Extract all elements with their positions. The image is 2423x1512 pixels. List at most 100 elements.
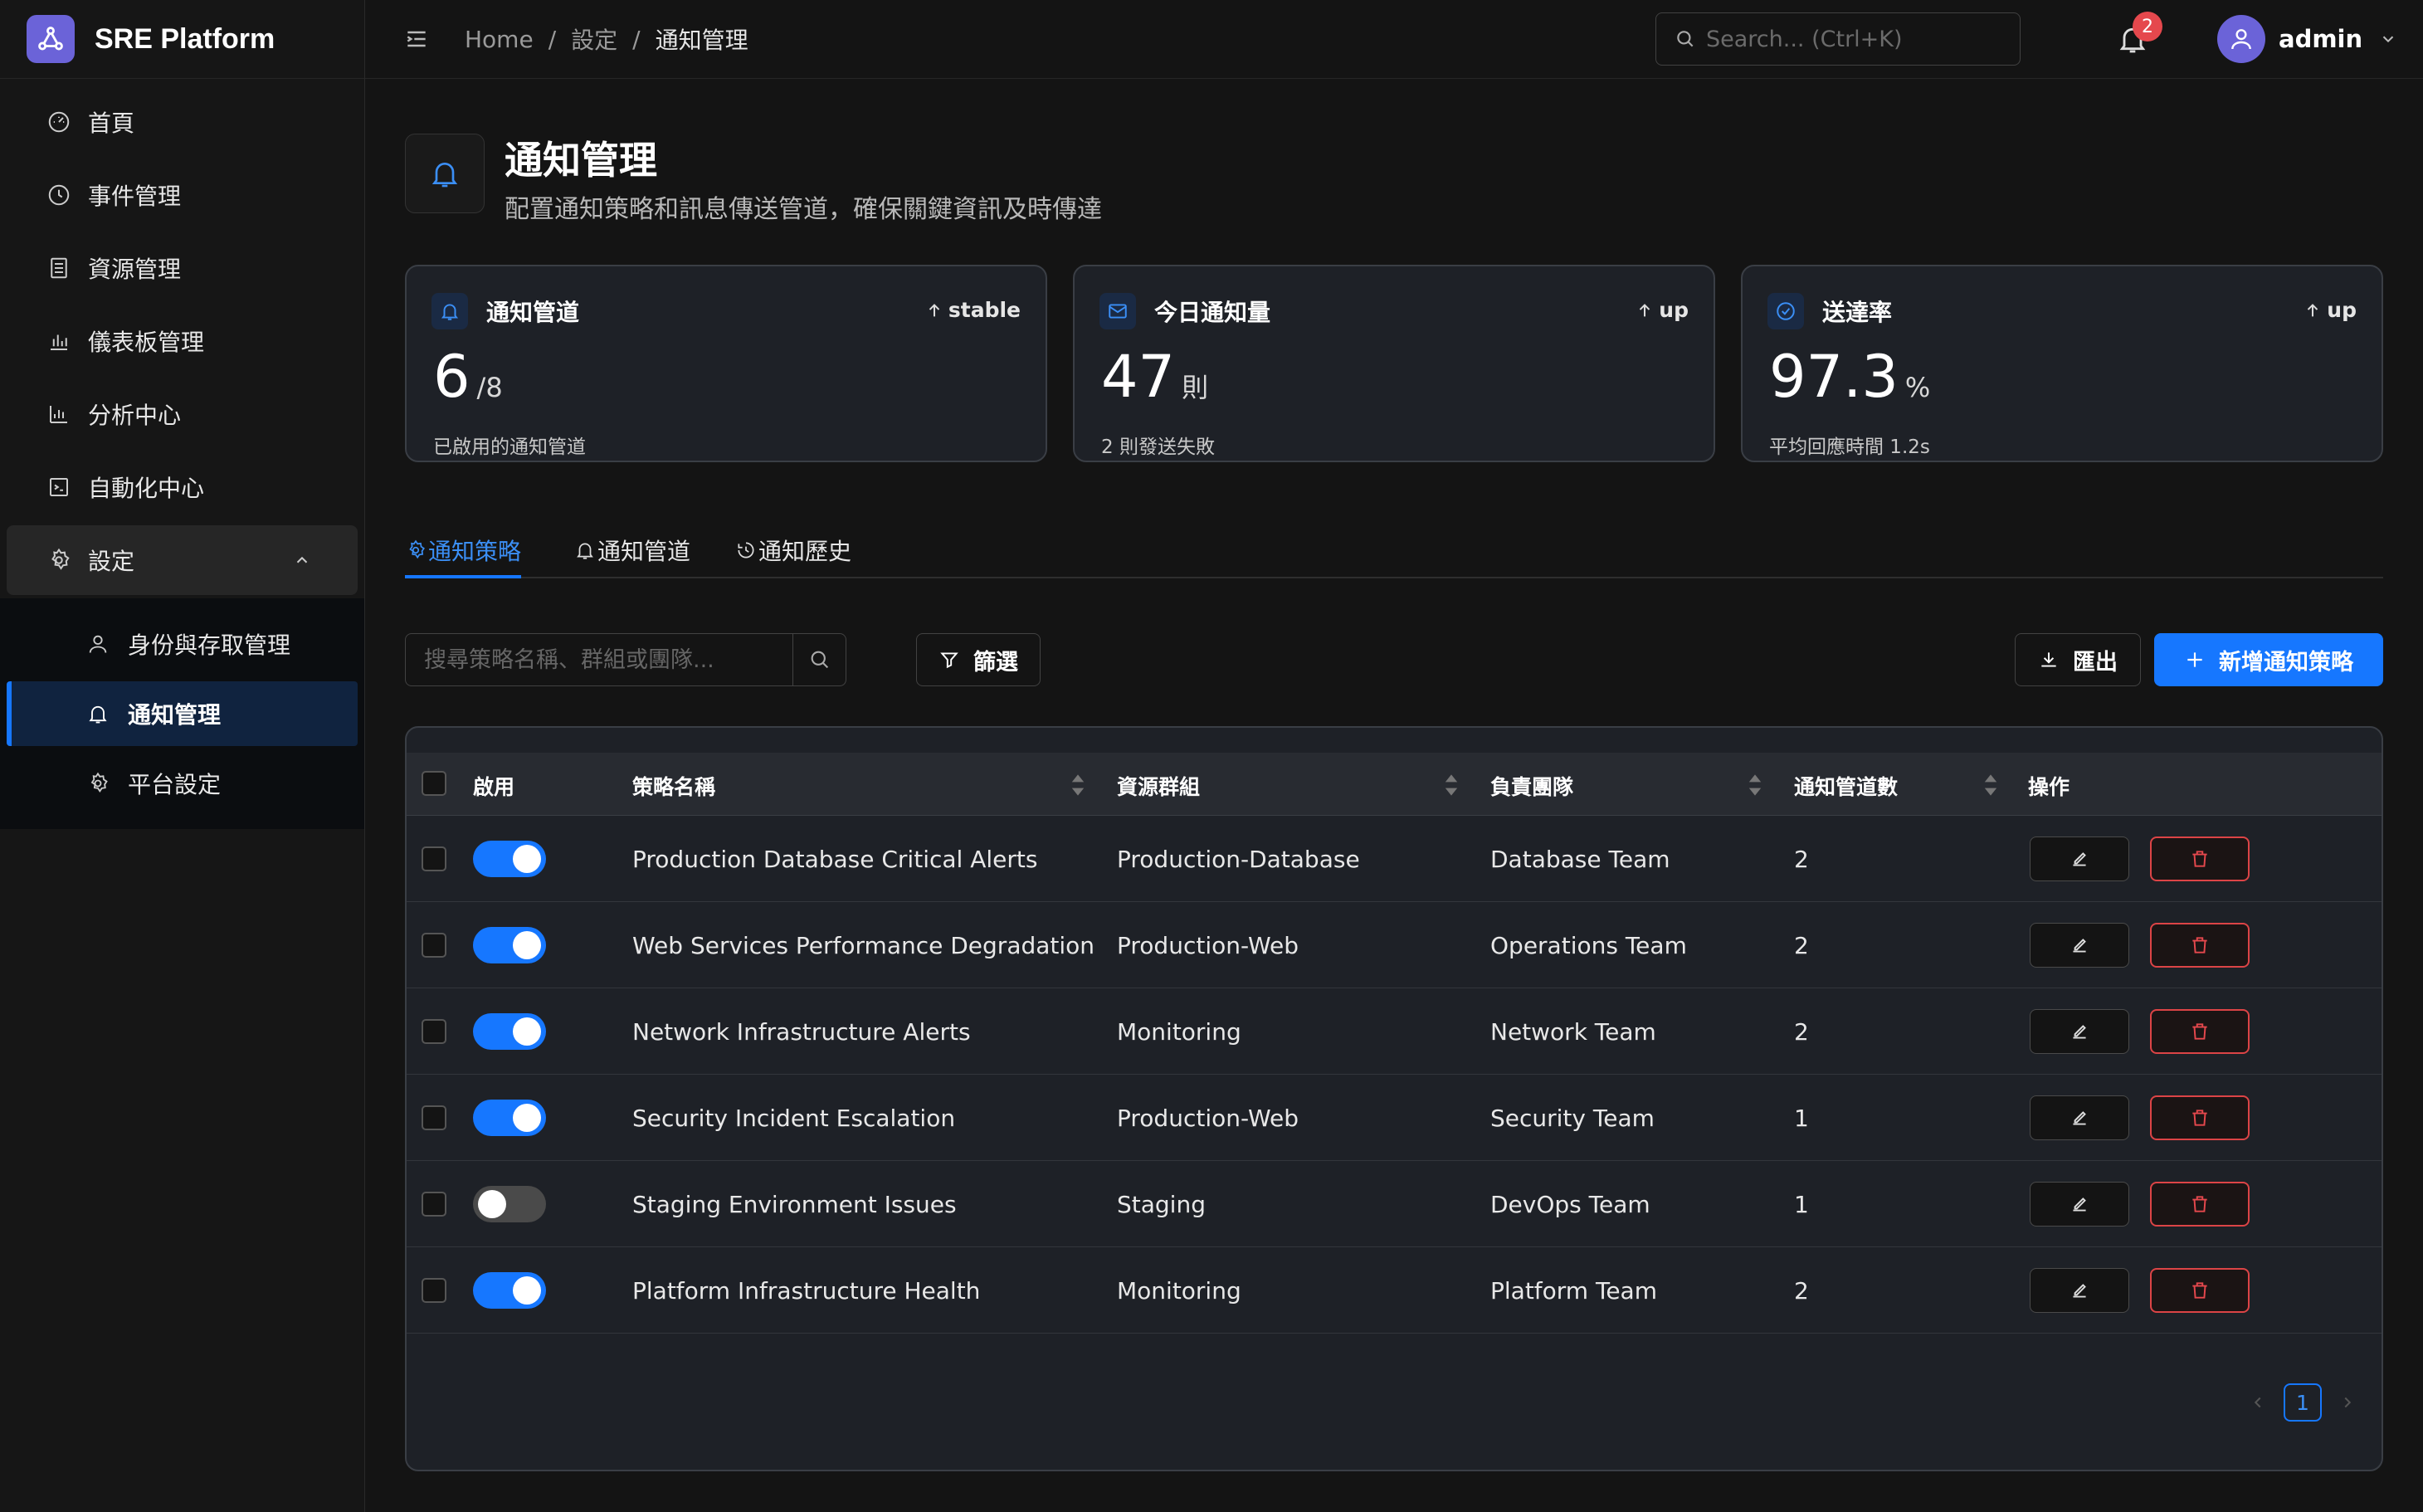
sidebar-item-iam[interactable]: 身份與存取管理 (7, 612, 358, 676)
chevron-right-icon[interactable] (2338, 1393, 2357, 1412)
history-icon (738, 542, 754, 558)
chevron-left-icon[interactable] (2249, 1393, 2267, 1412)
sidebar-item-analytics[interactable]: 分析中心 (7, 379, 358, 449)
enable-toggle[interactable] (473, 1013, 546, 1050)
export-label: 匯出 (2073, 649, 2118, 676)
sidebar-item-label: 通知管理 (128, 701, 222, 729)
global-search-input[interactable]: Search... (Ctrl+K) (1655, 12, 2021, 66)
edit-button[interactable] (2030, 1095, 2129, 1140)
stat-unit: % (1904, 372, 1931, 403)
edit-button[interactable] (2030, 1182, 2129, 1227)
sidebar-item-label: 首頁 (88, 110, 135, 137)
tab-label: 通知策略 (428, 538, 522, 565)
sidebar-item-incidents[interactable]: 事件管理 (7, 160, 358, 230)
channel-count: 2 (1794, 1018, 1809, 1046)
sort-icon[interactable] (1444, 773, 1459, 797)
check-circle-icon (1767, 293, 1804, 329)
delete-button[interactable] (2150, 923, 2250, 968)
delete-button[interactable] (2150, 1009, 2250, 1054)
gear-icon (90, 772, 108, 793)
search-button[interactable] (792, 634, 846, 685)
row-checkbox[interactable] (422, 1278, 446, 1303)
sidebar-item-dashboards[interactable]: 儀表板管理 (7, 306, 358, 376)
team: Security Team (1490, 1105, 1655, 1132)
stat-trend: up (2304, 298, 2357, 322)
trash-icon (2192, 937, 2207, 954)
team: Database Team (1490, 846, 1670, 873)
select-all-checkbox[interactable] (422, 771, 446, 796)
team: DevOps Team (1490, 1191, 1650, 1218)
tab-channels[interactable]: 通知管道 (574, 534, 690, 567)
column-header-resource-group[interactable]: 資源群組 (1117, 771, 1200, 801)
sidebar-item-platform-settings[interactable]: 平台設定 (7, 751, 358, 816)
enable-toggle[interactable] (473, 1272, 546, 1309)
column-header-channel-count[interactable]: 通知管道數 (1794, 771, 1898, 801)
sidebar-item-settings[interactable]: 設定 (7, 525, 358, 595)
tab-label: 通知歷史 (758, 538, 852, 565)
sort-icon[interactable] (1983, 773, 1998, 797)
delete-button[interactable] (2150, 1268, 2250, 1313)
column-header-policy-name[interactable]: 策略名稱 (632, 771, 715, 801)
breadcrumb-separator: / (548, 25, 557, 53)
export-button[interactable]: 匯出 (2015, 633, 2141, 686)
sidebar-item-label: 資源管理 (88, 256, 182, 283)
policy-name: Security Incident Escalation (632, 1105, 956, 1132)
arrow-up-icon (929, 303, 940, 316)
resource-group: Monitoring (1117, 1018, 1241, 1046)
sidebar-item-resources[interactable]: 資源管理 (7, 233, 358, 303)
column-header-team[interactable]: 負責團隊 (1490, 771, 1573, 801)
tab-policies[interactable]: 通知策略 (405, 534, 521, 567)
sidebar-item-automation[interactable]: 自動化中心 (7, 452, 358, 522)
enable-toggle[interactable] (473, 1186, 546, 1222)
row-checkbox[interactable] (422, 846, 446, 871)
delete-button[interactable] (2150, 1095, 2250, 1140)
resource-group: Production-Web (1117, 932, 1299, 959)
sidebar-item-label: 事件管理 (88, 183, 182, 210)
bell-icon (431, 293, 468, 329)
sort-icon[interactable] (1748, 773, 1762, 797)
breadcrumb-home[interactable]: Home (465, 26, 534, 53)
row-checkbox[interactable] (422, 1019, 446, 1044)
tab-history[interactable]: 通知歷史 (735, 534, 851, 567)
stat-trend-label: stable (948, 298, 1021, 322)
sort-icon[interactable] (1070, 773, 1085, 797)
resource-group: Production-Web (1117, 1105, 1299, 1132)
policy-name: Production Database Critical Alerts (632, 846, 1038, 873)
stat-trend-label: up (2327, 298, 2357, 322)
enable-toggle[interactable] (473, 927, 546, 963)
sidebar-item-notifications[interactable]: 通知管理 (7, 681, 358, 746)
delete-button[interactable] (2150, 836, 2250, 881)
sidebar-item-home[interactable]: 首頁 (7, 87, 358, 157)
menu-fold-icon[interactable] (403, 26, 430, 52)
edit-button[interactable] (2030, 1268, 2129, 1313)
enable-toggle[interactable] (473, 1100, 546, 1136)
resource-group: Staging (1117, 1191, 1206, 1218)
search-icon (811, 651, 828, 669)
team: Platform Team (1490, 1277, 1657, 1305)
user-menu[interactable]: admin (2217, 15, 2397, 63)
team: Network Team (1490, 1018, 1656, 1046)
channel-count: 2 (1794, 846, 1809, 873)
trash-icon (2192, 1023, 2207, 1040)
edit-button[interactable] (2030, 1009, 2129, 1054)
enable-toggle[interactable] (473, 841, 546, 877)
sidebar-item-label: 分析中心 (88, 402, 182, 429)
page-number-current[interactable]: 1 (2284, 1383, 2322, 1422)
column-header-actions: 操作 (2028, 775, 2070, 799)
settings-submenu: 身份與存取管理 通知管理 平台設定 (0, 598, 364, 829)
row-checkbox[interactable] (422, 933, 446, 958)
breadcrumb-settings[interactable]: 設定 (571, 22, 617, 56)
policy-search-input[interactable] (406, 634, 792, 685)
stat-unit: /8 (476, 372, 503, 403)
edit-button[interactable] (2030, 836, 2129, 881)
logo[interactable]: SRE Platform (0, 0, 364, 79)
edit-icon (2073, 852, 2086, 866)
add-policy-button[interactable]: 新增通知策略 (2154, 633, 2383, 686)
arrow-up-icon (2308, 303, 2318, 316)
edit-button[interactable] (2030, 923, 2129, 968)
row-checkbox[interactable] (422, 1105, 446, 1130)
policy-name: Platform Infrastructure Health (632, 1277, 981, 1305)
row-checkbox[interactable] (422, 1192, 446, 1217)
delete-button[interactable] (2150, 1182, 2250, 1227)
filter-button[interactable]: 篩選 (916, 633, 1041, 686)
